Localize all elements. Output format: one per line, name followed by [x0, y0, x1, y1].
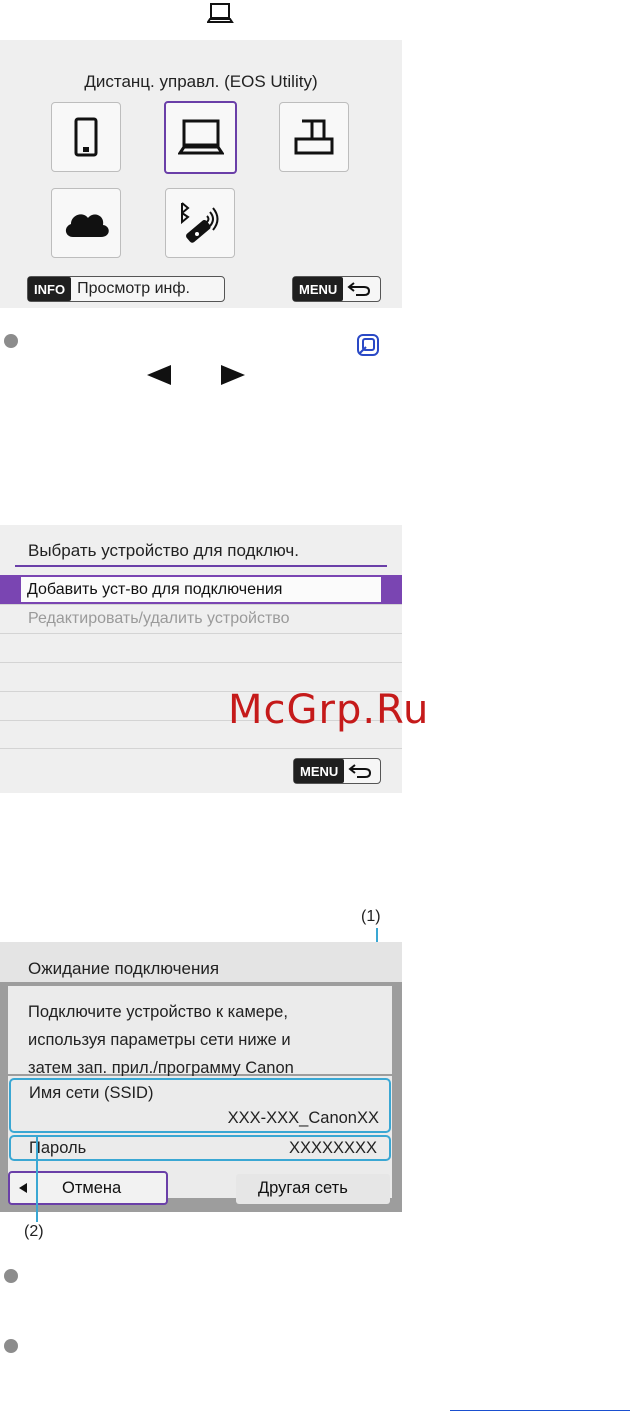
- cancel-button[interactable]: Отмена: [8, 1171, 168, 1205]
- bluetooth-remote-icon: [181, 202, 219, 243]
- camera-screen-waiting-connection: Ожидание подключения Подключите устройст…: [0, 942, 402, 1212]
- menu-key-label: MENU: [293, 277, 344, 301]
- cloud-icon: [65, 214, 109, 237]
- info-key-label: INFO: [28, 277, 72, 301]
- cancel-label: Отмена: [62, 1179, 122, 1197]
- camera-screen-select-device: Выбрать устройство для подключ. Добавить…: [0, 525, 402, 793]
- ssid-label: Имя сети (SSID): [29, 1084, 154, 1102]
- camera-screen-connection-type: Дистанц. управл. (EOS Utility) INFO Прос…: [0, 40, 402, 308]
- list-item-empty: [0, 633, 402, 662]
- callout-2-leader: [36, 1137, 38, 1222]
- list-item-label: Добавить уст-во для подключения: [27, 581, 283, 598]
- menu-back-button[interactable]: MENU: [293, 758, 381, 784]
- printer-tile[interactable]: [279, 102, 349, 172]
- back-arrow-icon: [347, 282, 371, 296]
- divider: [0, 748, 402, 749]
- list-item-label: Редактировать/удалить устройство: [28, 610, 290, 627]
- screen-title: Дистанц. управл. (EOS Utility): [84, 72, 318, 91]
- bullet: [4, 334, 18, 348]
- computer-icon: [206, 2, 235, 31]
- smartphone-icon: [74, 117, 98, 157]
- cloud-tile[interactable]: [51, 188, 121, 258]
- multi-controller-icon: [355, 332, 381, 363]
- bullet: [4, 1269, 18, 1283]
- info-button[interactable]: INFO Просмотр инф.: [27, 276, 225, 302]
- instruction-line: используя параметры сети ниже и: [28, 1031, 291, 1049]
- password-box: Пароль XXXXXXXX: [9, 1135, 391, 1161]
- left-triangle-icon: [19, 1183, 27, 1193]
- left-arrow-icon: [145, 363, 173, 392]
- other-network-label: Другая сеть: [258, 1179, 348, 1197]
- info-label: Просмотр инф.: [77, 280, 190, 297]
- password-value: XXXXXXXX: [288, 1139, 377, 1157]
- ssid-value: XXX-XXX_CanonXX: [227, 1109, 379, 1127]
- ssid-box: Имя сети (SSID) XXX-XXX_CanonXX: [9, 1078, 391, 1133]
- instruction-line: Подключите устройство к камере,: [28, 1003, 288, 1021]
- callout-2-label: (2): [24, 1223, 44, 1240]
- other-network-button[interactable]: Другая сеть: [236, 1174, 390, 1204]
- menu-key-label: MENU: [294, 759, 345, 783]
- list-item-add-device[interactable]: Добавить уст-во для подключения: [20, 576, 382, 603]
- computer-icon: [177, 119, 224, 154]
- callout-1-label: (1): [361, 908, 381, 925]
- menu-back-button[interactable]: MENU: [292, 276, 381, 302]
- instructions-panel: Подключите устройство к камере, использу…: [8, 986, 392, 1077]
- title-bar: Ожидание подключения: [0, 942, 402, 982]
- bluetooth-remote-tile[interactable]: [165, 188, 235, 258]
- smartphone-tile[interactable]: [51, 102, 121, 172]
- back-arrow-icon: [348, 764, 372, 778]
- hyperlink-underline[interactable]: [450, 1410, 630, 1411]
- watermark: McGrp.Ru: [228, 687, 430, 733]
- computer-tile[interactable]: [164, 101, 237, 174]
- screen-title: Ожидание подключения: [28, 959, 220, 978]
- bullet: [4, 1339, 18, 1353]
- title-underline: [15, 565, 387, 567]
- printer-icon: [294, 119, 334, 155]
- list-item-edit-device[interactable]: Редактировать/удалить устройство: [0, 604, 402, 633]
- right-arrow-icon: [219, 363, 247, 392]
- screen-title: Выбрать устройство для подключ.: [28, 541, 299, 560]
